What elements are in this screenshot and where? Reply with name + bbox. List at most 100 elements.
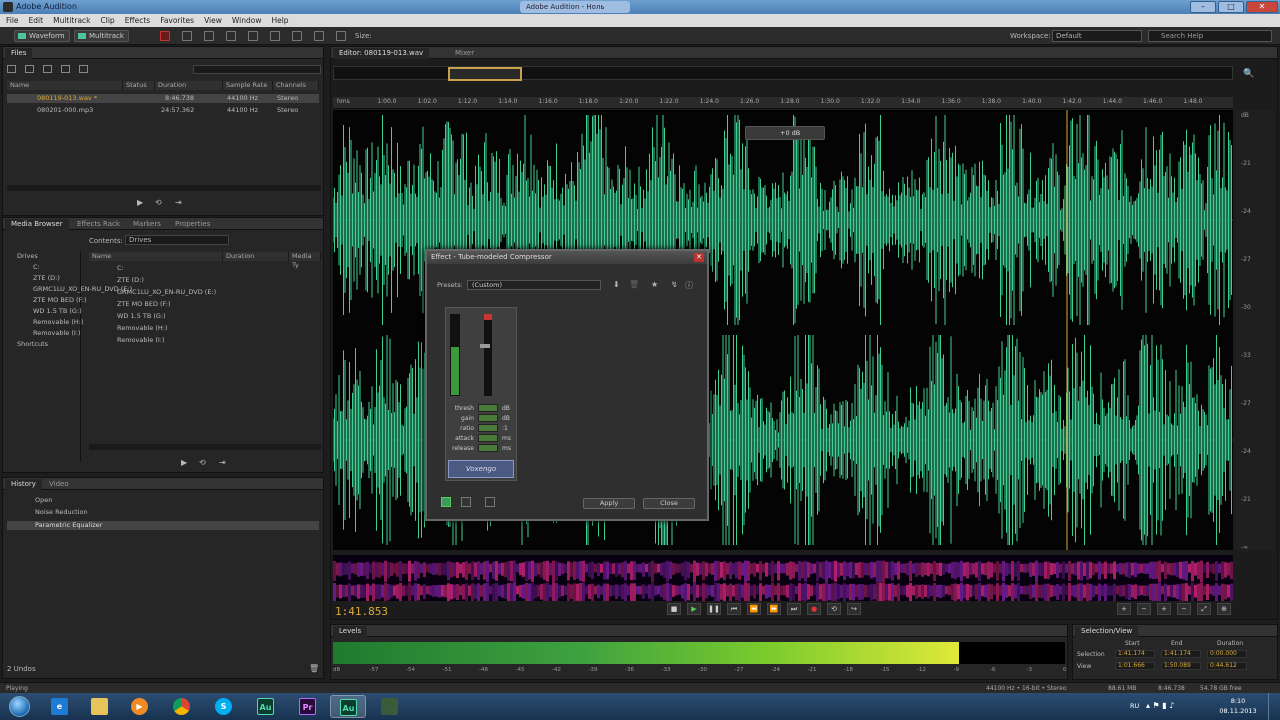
multitrack-button[interactable]: Multitrack [74,30,129,42]
tab-properties[interactable]: Properties [169,219,216,230]
menu-item[interactable]: Help [271,14,288,27]
record-tool-icon[interactable] [160,31,170,41]
fast-forward-button[interactable]: ⏩ [767,603,781,615]
info-icon[interactable]: ⓘ [685,280,693,291]
overview-window[interactable] [448,67,522,81]
view-duration-field[interactable]: 0:44.612 [1207,662,1247,670]
dialog-close-icon[interactable]: ✕ [694,253,704,262]
zoom-out-amplitude-icon[interactable]: − [1137,603,1151,615]
time-selection-tool-icon[interactable] [270,31,280,41]
history-item[interactable]: Parametric Equalizer [7,521,319,530]
tab-files[interactable]: Files [5,48,33,59]
spectral-display[interactable] [333,555,1233,605]
tree-item[interactable]: ZTE (D:) [11,274,76,283]
taskbar-skype[interactable]: S [206,695,242,718]
tree-item[interactable]: Removable (I:) [11,329,81,338]
save-icon[interactable] [61,65,70,73]
taskbar-audition-active[interactable]: Au [330,695,366,718]
taskbar-premiere[interactable]: Pr [290,695,326,718]
delete-icon[interactable] [79,65,88,73]
move-tool-icon[interactable] [204,31,214,41]
delete-preset-icon[interactable]: 🗑 [629,280,639,289]
tree-item[interactable]: Removable (H:) [11,318,84,327]
tab-levels[interactable]: Levels [333,626,368,637]
tab-editor[interactable]: Editor: 080119-013.wav [333,48,430,59]
import-icon[interactable] [25,65,34,73]
close-window-button[interactable]: ✕ [1246,1,1278,13]
loop-preview-icon[interactable]: ⟲ [199,458,206,467]
open-file-icon[interactable] [7,65,16,73]
tree-item[interactable]: ZTE MO BED (F:) [11,296,87,305]
menu-item[interactable]: View [204,14,222,27]
zoom-in-amplitude-icon[interactable]: + [1117,603,1131,615]
media-list-item[interactable]: WD 1.5 TB (G:) [93,312,317,321]
menu-item[interactable]: Multitrack [53,14,90,27]
menu-item[interactable]: Edit [29,14,44,27]
menu-item[interactable]: Clip [101,14,115,27]
zoom-full-icon[interactable]: ⤢ [1197,603,1211,615]
spectral-tool-icon[interactable] [182,31,192,41]
taskbar-chrome[interactable] [164,695,200,718]
hud-volume[interactable]: +0 dB [745,126,825,140]
taskbar-ie[interactable]: e [42,695,78,718]
autoplay-icon[interactable]: ⇥ [175,198,182,207]
media-list-item[interactable]: C: [93,264,317,273]
col-channels[interactable]: Channels [273,81,319,90]
close-button[interactable]: Close [643,498,695,509]
marquee-tool-icon[interactable] [292,31,302,41]
start-button[interactable] [2,694,36,719]
history-item[interactable]: Noise Reduction [7,508,319,517]
taskbar-app[interactable] [372,695,408,718]
contents-select[interactable]: Drives [125,235,229,245]
menu-item[interactable]: Effects [125,14,151,27]
trash-icon[interactable]: 🗑 [309,664,319,673]
tab-media-browser[interactable]: Media Browser [5,219,69,230]
play-button[interactable]: ▶ [687,603,701,615]
brush-tool-icon[interactable] [336,31,346,41]
goto-start-button[interactable]: ⏮ [727,603,741,615]
files-scrollbar[interactable] [7,185,321,191]
param-knob[interactable] [478,414,498,422]
view-end-field[interactable]: 1:50.089 [1161,662,1201,670]
tray-icons[interactable]: ▴ ⚑ ▮ ♪ [1146,701,1174,710]
power-toggle[interactable] [441,497,451,507]
tree-item[interactable]: Drives [11,252,76,261]
media-scrollbar[interactable] [89,444,321,450]
clock[interactable]: 8:10 08.11.2013 [1216,696,1260,716]
col-status[interactable]: Status [123,81,155,90]
tree-item[interactable]: WD 1.5 TB (G:) [11,307,82,316]
media-list-item[interactable]: ZTE (D:) [93,276,317,285]
taskbar-audition[interactable]: Au [248,695,284,718]
param-knob[interactable] [478,434,498,442]
skip-button[interactable]: ↪ [847,603,861,615]
slip-tool-icon[interactable] [248,31,258,41]
col-name[interactable]: Name [89,252,223,261]
workspace-select[interactable]: Default [1052,30,1142,42]
media-list-item[interactable]: GRMC1LU_XO_EN-RU_DVD (E:) [93,288,317,297]
time-ruler[interactable]: hms 1:00.0 1:02.0 1:12.0 1:14.0 1:16.0 1:18.0 1… [333,97,1233,109]
save-preset-icon[interactable]: ⬇ [613,280,620,289]
col-name[interactable]: Name [7,81,123,90]
razor-tool-icon[interactable] [226,31,236,41]
menu-item[interactable]: Window [232,14,262,27]
tab-markers[interactable]: Markers [127,219,167,230]
taskbar-media[interactable]: ▶ [122,695,158,718]
menu-item[interactable]: File [6,14,19,27]
selection-duration-field[interactable]: 0:00.000 [1207,650,1247,658]
autoplay-icon[interactable]: ⇥ [219,458,226,467]
minimize-button[interactable]: – [1190,1,1216,13]
language-indicator[interactable]: RU [1130,702,1139,710]
favorite-icon[interactable]: ★ [651,280,658,289]
param-knob[interactable] [478,444,498,452]
lasso-tool-icon[interactable] [314,31,324,41]
zoom-in-time-icon[interactable]: + [1157,603,1171,615]
col-duration[interactable]: Duration [223,252,289,261]
show-desktop-button[interactable] [1268,693,1280,720]
selection-start-field[interactable]: 1:41.174 [1115,650,1155,658]
presets-select[interactable]: (Custom) [467,280,601,290]
new-file-icon[interactable] [43,65,52,73]
zoom-out-time-icon[interactable]: − [1177,603,1191,615]
record-button[interactable]: ● [807,603,821,615]
history-item[interactable]: Open [7,496,319,505]
preview-play-icon[interactable] [461,497,471,507]
